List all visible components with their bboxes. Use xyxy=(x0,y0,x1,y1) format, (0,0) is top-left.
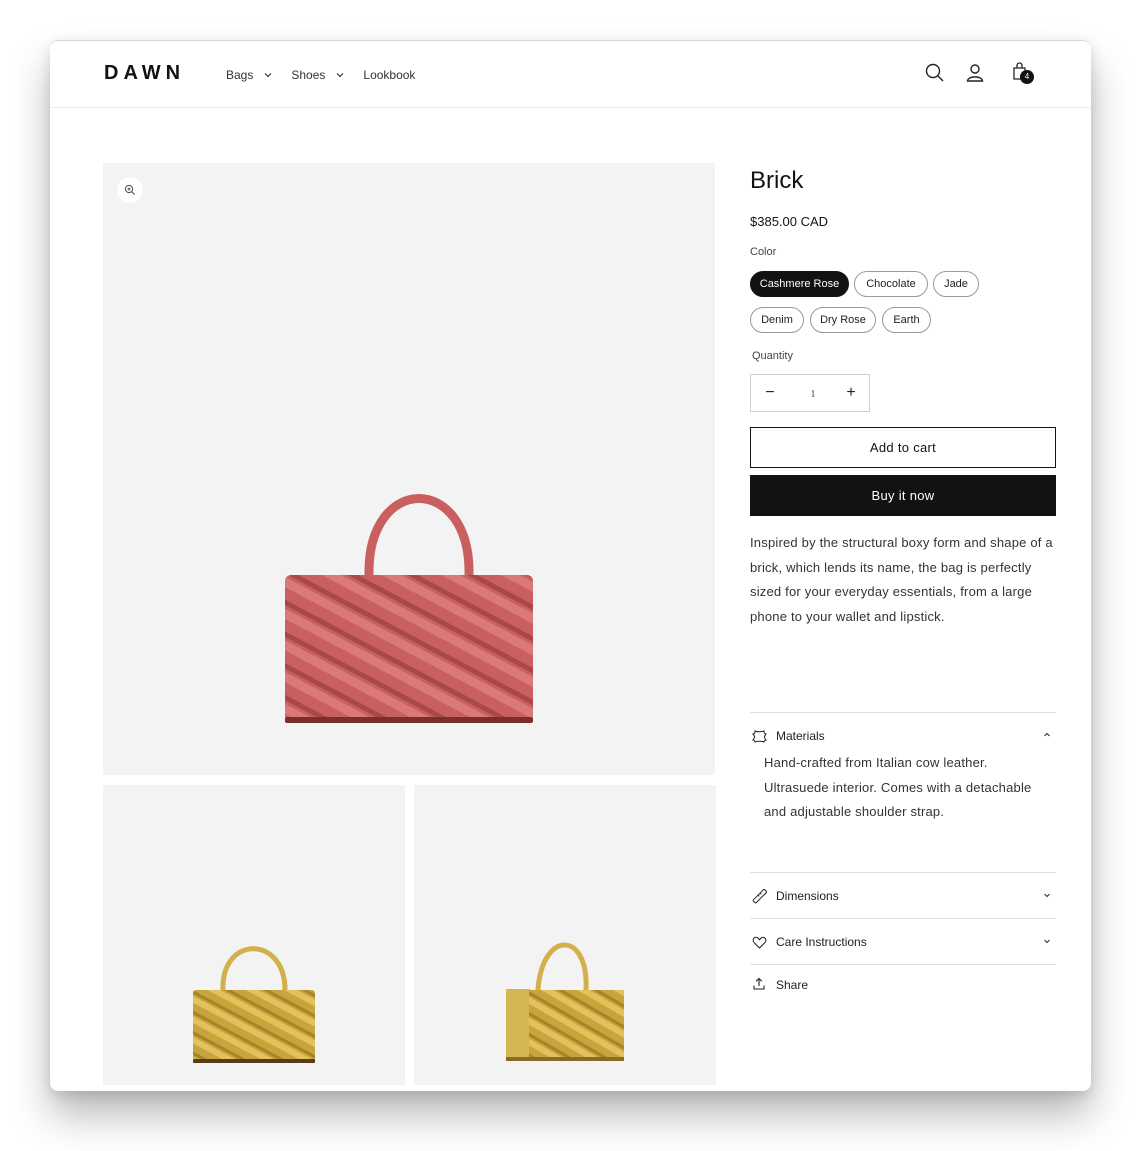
chevron-down-icon xyxy=(336,73,344,78)
account-button[interactable] xyxy=(964,62,988,86)
decrease-quantity-button[interactable]: − xyxy=(751,375,789,411)
search-button[interactable] xyxy=(924,62,948,86)
add-to-cart-button[interactable]: Add to cart xyxy=(750,427,1056,468)
increase-quantity-button[interactable]: + xyxy=(832,375,870,411)
leather-icon xyxy=(752,729,767,743)
store-logo[interactable]: DAWN xyxy=(104,62,185,85)
account-icon xyxy=(966,64,984,82)
ruler-icon xyxy=(752,888,767,903)
accordion-care-instructions: Care Instructions xyxy=(750,918,1056,965)
accordion-label: Materials xyxy=(776,729,825,743)
bag-illustration xyxy=(193,946,315,1063)
color-label: Color xyxy=(750,246,777,258)
product-description: Inspired by the structural boxy form and… xyxy=(750,535,1053,624)
nav-label: Bags xyxy=(226,68,254,82)
buy-now-button[interactable]: Buy it now xyxy=(750,475,1056,516)
site-header: DAWN Bags Shoes Lookbook 4 xyxy=(50,41,1091,108)
color-option-cashmere-rose[interactable]: Cashmere Rose xyxy=(750,271,849,297)
bag-illustration xyxy=(285,494,533,723)
share-label: Share xyxy=(776,978,809,992)
cart-count-badge: 4 xyxy=(1020,70,1034,84)
search-icon xyxy=(925,63,944,82)
color-option-jade[interactable]: Jade xyxy=(933,271,979,297)
color-option-denim[interactable]: Denim xyxy=(750,307,804,333)
color-option-earth[interactable]: Earth xyxy=(882,307,931,333)
cart-button[interactable]: 4 xyxy=(1010,60,1034,84)
accordion-dimensions: Dimensions xyxy=(750,872,1056,919)
chevron-down-icon xyxy=(1044,893,1050,898)
nav-label: Shoes xyxy=(291,68,326,82)
quantity-stepper: − + xyxy=(750,374,870,413)
heart-icon xyxy=(752,936,767,949)
accordion-content: Hand-crafted from Italian cow leather. U… xyxy=(764,755,1032,819)
product-main-image[interactable] xyxy=(103,163,715,775)
accordion-care-instructions-toggle[interactable]: Care Instructions xyxy=(750,919,1056,965)
accordion-label: Dimensions xyxy=(776,889,839,903)
quantity-label: Quantity xyxy=(752,350,793,362)
product-title: Brick xyxy=(750,167,804,194)
product-thumbnail[interactable] xyxy=(414,785,716,1085)
accordion-materials-toggle[interactable]: Materials xyxy=(750,713,1056,759)
quantity-input[interactable] xyxy=(791,375,835,413)
product-price: $385.00 CAD xyxy=(750,214,829,229)
bag-illustration xyxy=(506,942,624,1061)
product-thumbnail[interactable] xyxy=(103,785,405,1085)
accordion-dimensions-toggle[interactable]: Dimensions xyxy=(750,873,1056,919)
color-option-dry-rose[interactable]: Dry Rose xyxy=(810,307,876,333)
color-option-chocolate[interactable]: Chocolate xyxy=(854,271,928,297)
nav-item-lookbook[interactable]: Lookbook xyxy=(363,68,415,82)
chevron-down-icon xyxy=(1044,939,1050,944)
accordion-materials: Materials Hand-crafted from Italian cow … xyxy=(750,712,1056,835)
chevron-up-icon xyxy=(1044,732,1050,737)
nav-item-bags[interactable]: Bags xyxy=(226,68,273,82)
browser-window: DAWN Bags Shoes Lookbook 4 Brick $385.00… xyxy=(50,40,1091,1091)
divider xyxy=(750,964,1056,965)
chevron-down-icon xyxy=(264,73,272,78)
nav-item-shoes[interactable]: Shoes xyxy=(291,68,345,82)
share-button[interactable]: Share xyxy=(750,977,808,993)
accordion-label: Care Instructions xyxy=(776,935,867,949)
main-nav: Bags Shoes Lookbook xyxy=(226,68,433,82)
share-icon xyxy=(753,977,765,990)
nav-label: Lookbook xyxy=(363,68,416,82)
